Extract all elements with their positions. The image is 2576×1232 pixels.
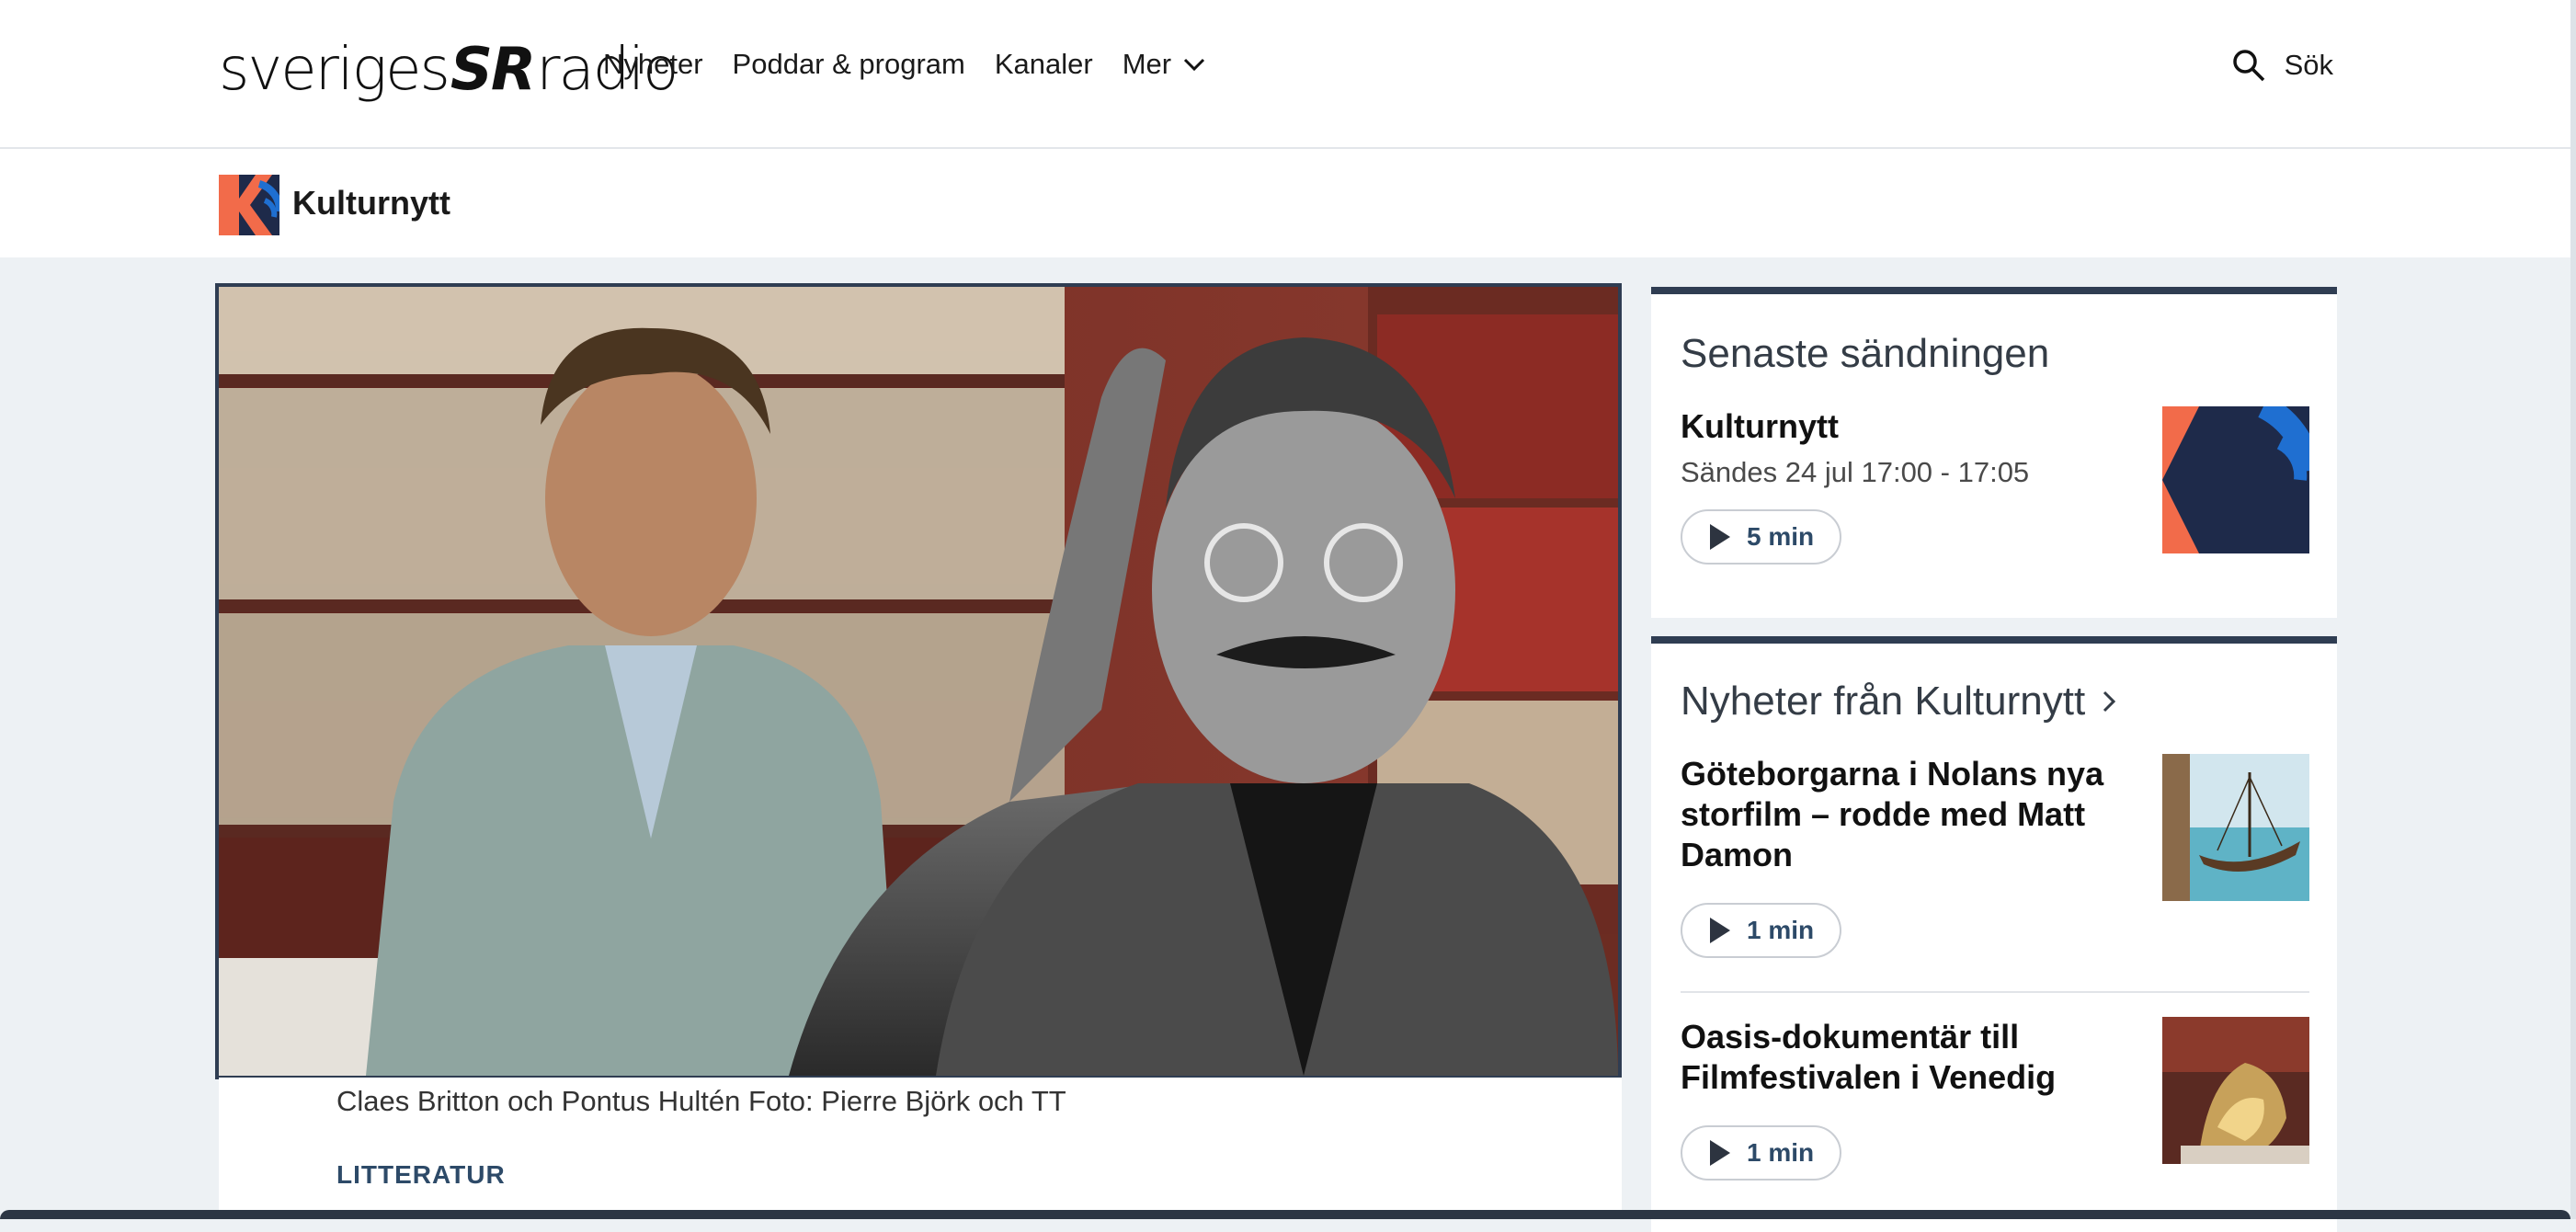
chevron-right-icon [2103,690,2116,713]
search-button[interactable]: Sök [2231,48,2333,83]
news-item-thumbnail-boat[interactable] [2162,754,2309,901]
main-nav: Nyheter Poddar & program Kanaler Mer [603,48,1206,81]
news-item-thumbnail-lion[interactable] [2162,1017,2309,1164]
nav-item-kanaler[interactable]: Kanaler [995,48,1093,81]
hero-image[interactable] [215,283,1622,1079]
chevron-down-icon [1184,58,1205,72]
latest-heading: Senaste sändningen [1681,331,2050,376]
nav-item-poddar[interactable]: Poddar & program [733,48,965,81]
news-item-duration: 1 min [1747,916,1815,944]
category-label[interactable]: LITTERATUR [336,1160,506,1190]
play-icon [1710,524,1730,550]
logo-text-left: sveriges [219,36,450,104]
news-item-title[interactable]: Oasis-dokumentär till Filmfestivalen i V… [1681,1017,2140,1098]
play-icon [1710,1140,1730,1166]
latest-broadcast-panel: Senaste sändningen Kulturnytt Sändes 24 … [1651,287,2337,618]
search-icon [2232,50,2264,82]
play-icon [1710,918,1730,943]
latest-thumbnail[interactable] [2162,406,2309,553]
latest-title[interactable]: Kulturnytt [1681,406,2140,447]
hero-photo [219,287,1618,1076]
nav-item-mer[interactable]: Mer [1123,48,1206,81]
news-heading: Nyheter från Kulturnytt [1681,679,2086,724]
bottom-edge [0,1210,2570,1219]
news-panel: Nyheter från Kulturnytt Göteborgarna i N… [1651,636,2337,1232]
news-heading-link[interactable]: Nyheter från Kulturnytt [1681,679,2116,724]
hero-caption: Claes Britton och Pontus Hultén Foto: Pi… [336,1085,1066,1117]
news-divider [1681,991,2309,993]
scrollbar-track[interactable] [2570,0,2576,1219]
kulturnytt-logo[interactable] [219,175,279,235]
latest-play-button[interactable]: 5 min [1681,509,1842,565]
news-item-play-button[interactable]: 1 min [1681,903,1842,958]
news-item-play-button[interactable]: 1 min [1681,1125,1842,1181]
search-label: Sök [2284,49,2333,81]
program-bar: Kulturnytt [0,149,2570,257]
news-item-title[interactable]: Göteborgarna i Nolans nya storfilm – rod… [1681,754,2140,875]
nav-item-nyheter[interactable]: Nyheter [603,48,703,81]
news-item-duration: 1 min [1747,1138,1815,1167]
nav-item-mer-label: Mer [1122,48,1172,80]
program-name[interactable]: Kulturnytt [292,184,450,222]
latest-subtitle: Sändes 24 jul 17:00 - 17:05 [1681,456,2030,488]
logo-text-mid: SR [450,36,536,104]
site-header: sveriges SR radio Nyheter Poddar & program… [0,0,2570,149]
latest-duration: 5 min [1747,522,1815,551]
